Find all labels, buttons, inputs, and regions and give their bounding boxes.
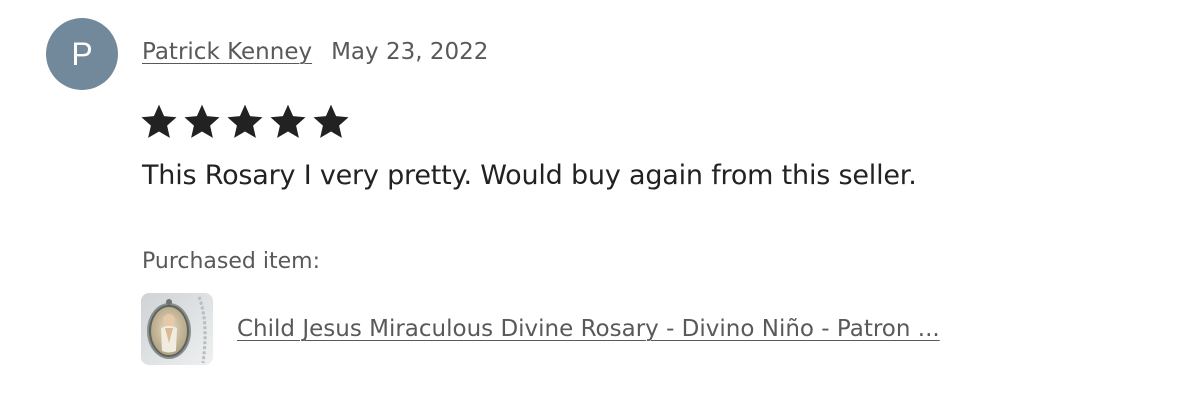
star-rating [139,102,351,142]
purchased-item[interactable]: Child Jesus Miraculous Divine Rosary - D… [141,293,940,365]
purchased-item-title-link[interactable]: Child Jesus Miraculous Divine Rosary - D… [237,316,940,342]
star-icon [139,102,179,142]
star-icon [268,102,308,142]
reviewer-name-link[interactable]: Patrick Kenney [142,39,312,65]
review-text: This Rosary I very pretty. Would buy aga… [142,160,917,191]
review-header: Patrick Kenney May 23, 2022 [142,36,488,68]
star-icon [225,102,265,142]
avatar[interactable]: P [46,18,118,90]
purchased-item-label: Purchased item: [142,249,320,274]
star-icon [311,102,351,142]
star-icon [182,102,222,142]
avatar-initial: P [71,35,93,72]
rosary-medal-thumbnail-icon[interactable] [141,293,213,365]
review-date: May 23, 2022 [331,39,489,65]
